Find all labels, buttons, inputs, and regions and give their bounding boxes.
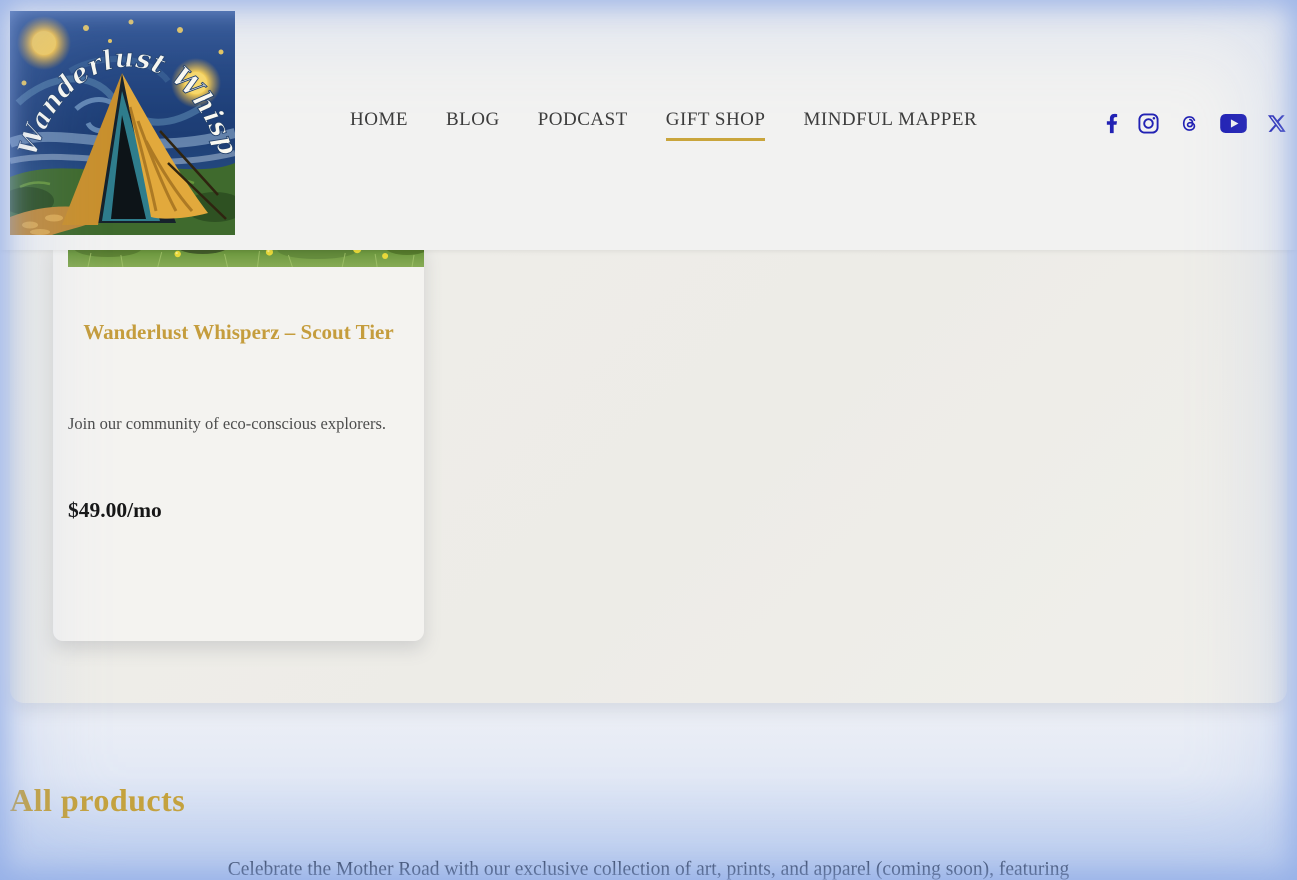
youtube-icon[interactable]: [1220, 114, 1247, 133]
threads-icon[interactable]: [1179, 113, 1200, 134]
instagram-icon[interactable]: [1138, 113, 1159, 134]
main-nav: HOME BLOG PODCAST GIFT SHOP MINDFUL MAPP…: [350, 0, 977, 250]
products-panel: Wanderlust Whisperz – Scout Tier Join ou…: [10, 208, 1287, 703]
tent-logo-illustration: Wanderlust Whisperz: [10, 11, 235, 235]
site-header: Wanderlust Whisperz HOME BLOG PODCAST GI…: [0, 0, 1297, 250]
nav-item-podcast[interactable]: PODCAST: [538, 109, 628, 141]
all-products-heading: All products: [10, 782, 186, 818]
page: Wanderlust Whisperz – Scout Tier Join ou…: [0, 0, 1297, 880]
product-price: $49.00/mo: [68, 498, 162, 522]
product-card[interactable]: Wanderlust Whisperz – Scout Tier Join ou…: [53, 240, 424, 641]
x-twitter-icon[interactable]: [1267, 114, 1286, 133]
site-logo[interactable]: Wanderlust Whisperz: [10, 11, 235, 235]
nav-item-home[interactable]: HOME: [350, 109, 408, 141]
facebook-icon[interactable]: [1106, 113, 1118, 134]
social-links: [1106, 113, 1286, 134]
nav-item-mindful-mapper[interactable]: MINDFUL MAPPER: [803, 109, 977, 141]
nav-item-blog[interactable]: BLOG: [446, 109, 500, 141]
product-description: Join our community of eco-conscious expl…: [68, 414, 387, 433]
product-title[interactable]: Wanderlust Whisperz – Scout Tier: [79, 319, 399, 346]
nav-item-gift-shop[interactable]: GIFT SHOP: [665, 109, 766, 141]
products-intro-text: Celebrate the Mother Road with our exclu…: [227, 859, 1070, 880]
